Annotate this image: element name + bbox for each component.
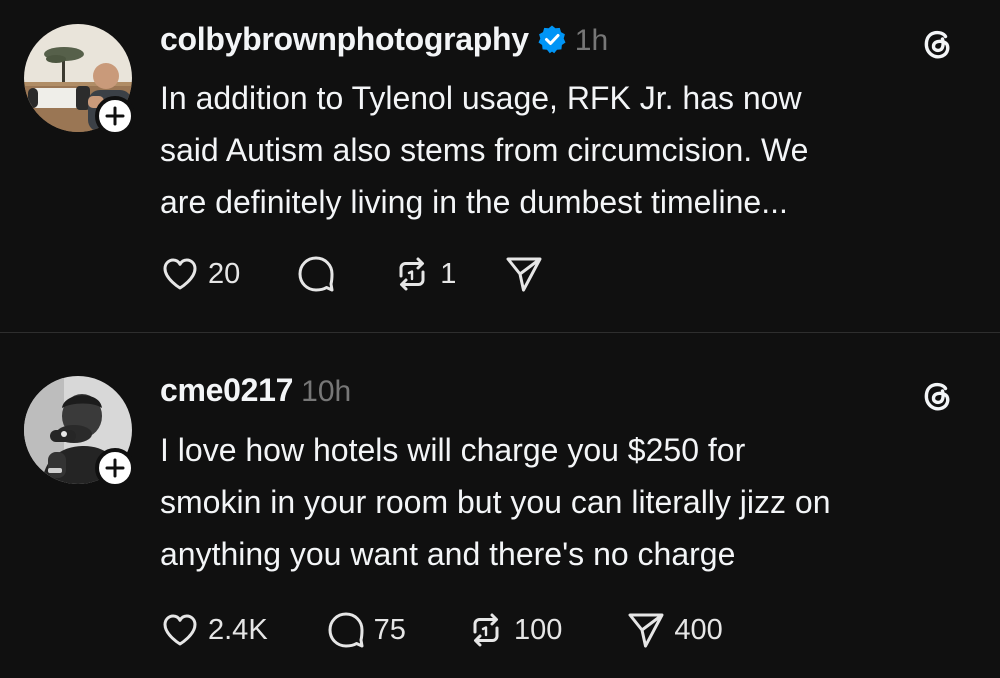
paper-plane-icon: [628, 613, 664, 648]
repost-icon: [399, 257, 425, 291]
plus-icon: [105, 106, 125, 126]
follow-button[interactable]: [95, 448, 135, 488]
repost-button[interactable]: 100: [466, 610, 562, 650]
post-timestamp: 10h: [301, 375, 352, 408]
username[interactable]: cme0217: [160, 372, 293, 409]
post-actions: 2.4K 75 100 400: [160, 608, 723, 652]
post-divider: [0, 332, 1000, 333]
post-actions: 20 1: [160, 252, 544, 296]
repost-count: 1: [440, 257, 457, 290]
avatar-container: [24, 376, 135, 488]
thread-post: cme0217 10h I love how hotels will charg…: [0, 334, 1000, 678]
threads-logo-icon[interactable]: [916, 22, 960, 66]
paper-plane-icon: [506, 257, 542, 292]
reply-count: 75: [373, 613, 406, 646]
post-timestamp: 1h: [574, 24, 609, 57]
heart-icon: [163, 258, 197, 290]
like-count: 20: [208, 257, 241, 290]
post-text: I love how hotels will charge you $250 f…: [160, 432, 831, 572]
speech-bubble-icon: [328, 612, 364, 648]
avatar-container: [24, 24, 135, 136]
post-header: cme0217 10h: [160, 372, 351, 409]
like-button[interactable]: 2.4K: [160, 610, 268, 650]
threads-logo-icon[interactable]: [916, 374, 960, 418]
repost-button[interactable]: 1: [392, 254, 456, 294]
share-button[interactable]: 400: [626, 610, 723, 650]
username[interactable]: colbybrownphotography: [160, 21, 529, 58]
reply-button[interactable]: [296, 254, 336, 294]
share-button[interactable]: [504, 254, 544, 294]
plus-icon: [105, 458, 125, 478]
heart-icon: [163, 614, 197, 646]
like-button[interactable]: 20: [160, 254, 240, 294]
share-count: 400: [674, 613, 723, 646]
repost-count: 100: [513, 613, 563, 646]
follow-button[interactable]: [95, 96, 135, 136]
reply-button[interactable]: 75: [326, 610, 406, 650]
verified-badge-icon: [538, 25, 566, 54]
speech-bubble-icon: [298, 256, 334, 292]
post-header: colbybrownphotography 1h: [160, 20, 608, 58]
repost-icon: [473, 613, 499, 647]
post-text: In addition to Tylenol usage, RFK Jr. ha…: [160, 80, 809, 220]
like-count: 2.4K: [208, 613, 268, 646]
thread-post: colbybrownphotography 1h In addition to …: [0, 0, 1000, 332]
